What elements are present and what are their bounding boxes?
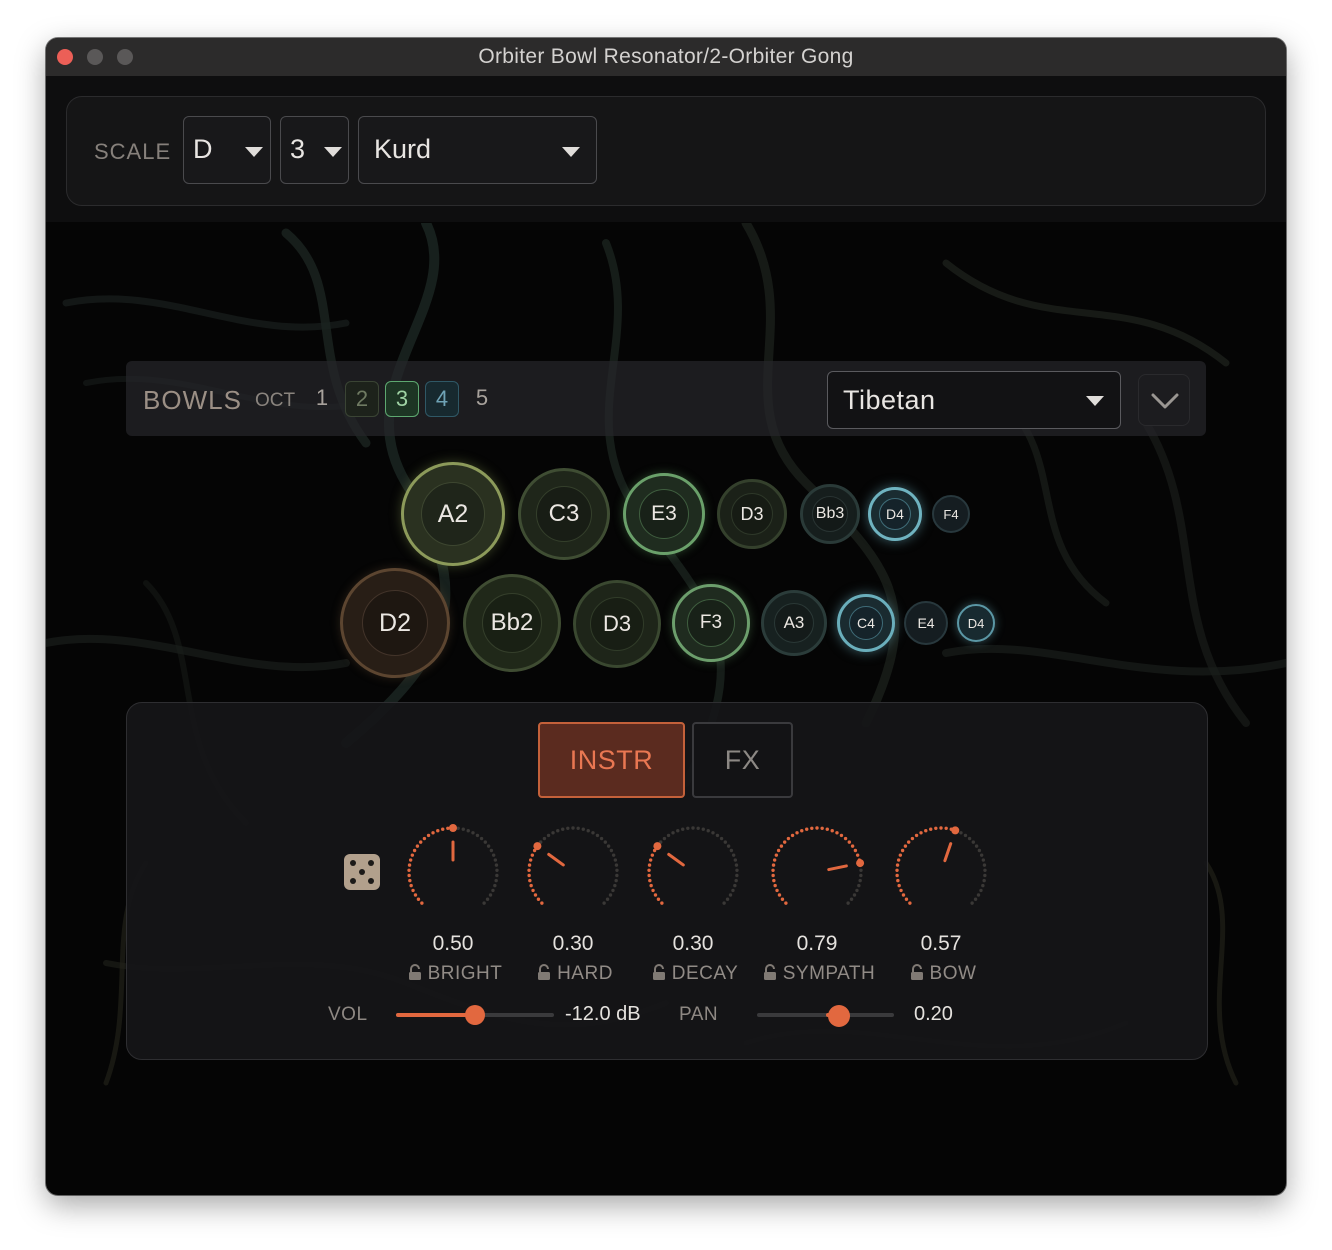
knob-decay[interactable] xyxy=(638,817,748,927)
bowl[interactable]: A3 xyxy=(761,590,827,656)
bowl-note: D3 xyxy=(602,611,632,636)
bowl-note: D4 xyxy=(967,615,985,631)
bowl-note: C4 xyxy=(857,615,875,631)
bowl[interactable]: Bb3 xyxy=(800,484,860,544)
bowl-note: A3 xyxy=(783,613,805,632)
bowl-note: D2 xyxy=(379,608,411,637)
bowl-note: E3 xyxy=(651,502,677,525)
knob-value-bow: 0.57 xyxy=(920,932,962,955)
oct-toggle-1[interactable]: 1 xyxy=(305,381,339,417)
oct-label: OCT xyxy=(255,390,296,411)
bowl[interactable]: A2 xyxy=(401,462,505,566)
oct-toggle-3[interactable]: 3 xyxy=(385,381,419,417)
dice-icon[interactable] xyxy=(344,854,380,890)
knob-value-hard: 0.30 xyxy=(552,932,594,955)
pan-readout: 0.20 xyxy=(914,1003,953,1025)
bowl-note: F4 xyxy=(943,506,959,522)
chevron-down-icon xyxy=(1151,393,1179,409)
bowl[interactable]: F3 xyxy=(672,584,750,662)
collapse-button[interactable] xyxy=(1138,374,1190,426)
bowl[interactable]: E3 xyxy=(623,473,705,555)
scale-octave-select[interactable]: 3 xyxy=(280,116,349,184)
bowl[interactable]: C4 xyxy=(837,594,895,652)
bowl[interactable]: D3 xyxy=(717,479,787,549)
bowl-note: A2 xyxy=(437,499,469,528)
lock-icon[interactable] xyxy=(408,964,422,981)
chevron-down-icon xyxy=(1086,396,1104,406)
oct-toggle-2[interactable]: 2 xyxy=(345,381,379,417)
pan-label: PAN xyxy=(679,1004,719,1025)
bowls-label: BOWLS xyxy=(143,385,242,415)
bowl-note: D3 xyxy=(740,503,764,524)
vol-slider-thumb[interactable] xyxy=(465,1005,485,1025)
scale-root-value: D xyxy=(193,134,213,164)
bowl[interactable]: C3 xyxy=(518,468,610,560)
scale-mode-value: Kurd xyxy=(374,134,432,164)
bowl[interactable]: Bb2 xyxy=(463,574,561,672)
knob-bow[interactable] xyxy=(886,817,996,927)
scale-mode-select[interactable]: Kurd xyxy=(358,116,597,184)
knob-sympath[interactable] xyxy=(762,817,872,927)
knob-bright[interactable] xyxy=(398,817,508,927)
bowl-note: E4 xyxy=(917,615,935,631)
vol-label: VOL xyxy=(328,1004,368,1025)
knob-value-bright: 0.50 xyxy=(432,932,474,955)
lock-icon[interactable] xyxy=(763,964,777,981)
bowl-note: Bb2 xyxy=(490,609,534,636)
knob-value-decay: 0.30 xyxy=(672,932,714,955)
bowl[interactable]: F4 xyxy=(932,495,970,533)
chevron-down-icon xyxy=(324,147,342,157)
tab-fx[interactable]: FX xyxy=(692,722,793,798)
oct-toggle-5[interactable]: 5 xyxy=(465,381,499,417)
tab-instr[interactable]: INSTR xyxy=(538,722,685,798)
lock-icon[interactable] xyxy=(652,964,666,981)
bowl-note: D4 xyxy=(886,506,904,522)
bowl[interactable]: E4 xyxy=(904,601,948,645)
knob-value-sympath: 0.79 xyxy=(796,932,838,955)
bowl-note: C3 xyxy=(548,500,580,527)
bowl-note: Bb3 xyxy=(815,505,845,522)
window-title: Orbiter Bowl Resonator/2-Orbiter Gong xyxy=(478,45,854,68)
oct-toggle-4[interactable]: 4 xyxy=(425,381,459,417)
bowl[interactable]: D4 xyxy=(868,487,922,541)
scale-root-select[interactable]: D xyxy=(183,116,271,184)
chevron-down-icon xyxy=(562,147,580,157)
knob-hard[interactable] xyxy=(518,817,628,927)
bowl[interactable]: D2 xyxy=(340,568,450,678)
title-bar: Orbiter Bowl Resonator/2-Orbiter Gong xyxy=(46,38,1286,77)
scale-octave-value: 3 xyxy=(290,134,306,164)
bowl-type-select[interactable]: Tibetan xyxy=(827,371,1121,429)
lock-icon[interactable] xyxy=(910,964,924,981)
bowl[interactable]: D3 xyxy=(573,580,661,668)
lock-icon[interactable] xyxy=(537,964,551,981)
scale-label: SCALE xyxy=(94,139,172,164)
bowl[interactable]: D4 xyxy=(957,604,995,642)
bowl-note: F3 xyxy=(699,612,723,633)
vol-slider-fill xyxy=(396,1013,475,1017)
vol-readout: -12.0 dB xyxy=(565,1003,641,1025)
knob-label-bow: BOW xyxy=(868,963,1018,985)
bowl-type-value: Tibetan xyxy=(843,385,936,415)
chevron-down-icon xyxy=(245,147,263,157)
